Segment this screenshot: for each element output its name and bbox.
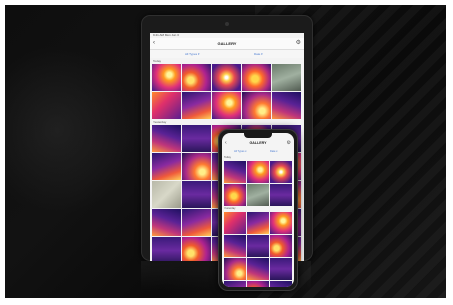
thermal-thumbnail[interactable] bbox=[270, 281, 292, 287]
thermal-thumbnail[interactable] bbox=[247, 235, 269, 257]
thermal-thumbnail[interactable] bbox=[182, 92, 211, 119]
thermal-thumbnail[interactable] bbox=[224, 258, 246, 280]
phone-notch bbox=[244, 133, 272, 138]
thermal-thumbnail[interactable] bbox=[272, 92, 301, 119]
thermal-thumbnail[interactable] bbox=[224, 235, 246, 257]
phone-app-bar: ‹ GALLERY ⚙ bbox=[222, 139, 294, 149]
gear-icon[interactable]: ⚙ bbox=[287, 139, 291, 148]
thermal-thumbnail[interactable] bbox=[212, 92, 241, 119]
tablet-filter-bar: All Types ▾ Date ▾ bbox=[150, 50, 304, 58]
thermal-thumbnail[interactable] bbox=[212, 64, 241, 91]
gear-icon[interactable]: ⚙ bbox=[296, 39, 301, 48]
type-filter[interactable]: All Types ▾ bbox=[234, 150, 247, 153]
thermal-thumbnail[interactable] bbox=[182, 181, 211, 208]
thermal-thumbnail[interactable] bbox=[270, 235, 292, 257]
thermal-thumbnail[interactable] bbox=[270, 258, 292, 280]
tablet-gallery-title: GALLERY bbox=[217, 41, 237, 46]
thermal-thumbnail[interactable] bbox=[247, 258, 269, 280]
thermal-thumbnail[interactable] bbox=[182, 64, 211, 91]
thermal-thumbnail[interactable] bbox=[272, 64, 301, 91]
date-filter[interactable]: Date ▾ bbox=[254, 52, 263, 56]
tablet-app-bar: ‹ GALLERY ⚙ bbox=[150, 38, 304, 50]
date-filter[interactable]: Date ▾ bbox=[270, 150, 278, 153]
thermal-thumbnail[interactable] bbox=[270, 184, 292, 206]
tablet-thumbnail-grid-today bbox=[150, 64, 304, 119]
thermal-thumbnail[interactable] bbox=[270, 212, 292, 234]
thermal-thumbnail[interactable] bbox=[152, 92, 181, 119]
phone-device: ‹ GALLERY ⚙ All Types ▾ Date ▾ Today Yes… bbox=[218, 129, 298, 291]
thermal-thumbnail[interactable] bbox=[224, 212, 246, 234]
thermal-thumbnail[interactable] bbox=[270, 161, 292, 183]
phone-filter-bar: All Types ▾ Date ▾ bbox=[222, 149, 294, 155]
phone-thumbnail-grid-today bbox=[222, 161, 294, 206]
thermal-thumbnail[interactable] bbox=[242, 64, 271, 91]
tablet-camera bbox=[225, 22, 229, 26]
thermal-thumbnail[interactable] bbox=[247, 184, 269, 206]
type-filter[interactable]: All Types ▾ bbox=[185, 52, 199, 56]
thermal-thumbnail[interactable] bbox=[152, 181, 181, 208]
thermal-thumbnail[interactable] bbox=[152, 64, 181, 91]
background-glow bbox=[5, 45, 135, 215]
thermal-thumbnail[interactable] bbox=[247, 281, 269, 287]
thermal-thumbnail[interactable] bbox=[247, 212, 269, 234]
phone-thumbnail-grid-yesterday bbox=[222, 212, 294, 287]
thermal-thumbnail[interactable] bbox=[247, 161, 269, 183]
thermal-thumbnail[interactable] bbox=[224, 161, 246, 183]
thermal-thumbnail[interactable] bbox=[152, 153, 181, 180]
thermal-thumbnail[interactable] bbox=[182, 125, 211, 152]
thermal-thumbnail[interactable] bbox=[224, 281, 246, 287]
thermal-thumbnail[interactable] bbox=[182, 237, 211, 261]
thermal-thumbnail[interactable] bbox=[182, 209, 211, 236]
phone-gallery-title: GALLERY bbox=[249, 141, 267, 145]
thermal-thumbnail[interactable] bbox=[242, 92, 271, 119]
phone-screen: ‹ GALLERY ⚙ All Types ▾ Date ▾ Today Yes… bbox=[222, 133, 294, 287]
thermal-thumbnail[interactable] bbox=[152, 125, 181, 152]
dark-background: 9:41 AM Mon Jun 3 ‹ GALLERY ⚙ All Types … bbox=[5, 5, 446, 298]
thermal-thumbnail[interactable] bbox=[182, 153, 211, 180]
thermal-thumbnail[interactable] bbox=[152, 209, 181, 236]
thermal-thumbnail[interactable] bbox=[152, 237, 181, 261]
thermal-thumbnail[interactable] bbox=[224, 184, 246, 206]
